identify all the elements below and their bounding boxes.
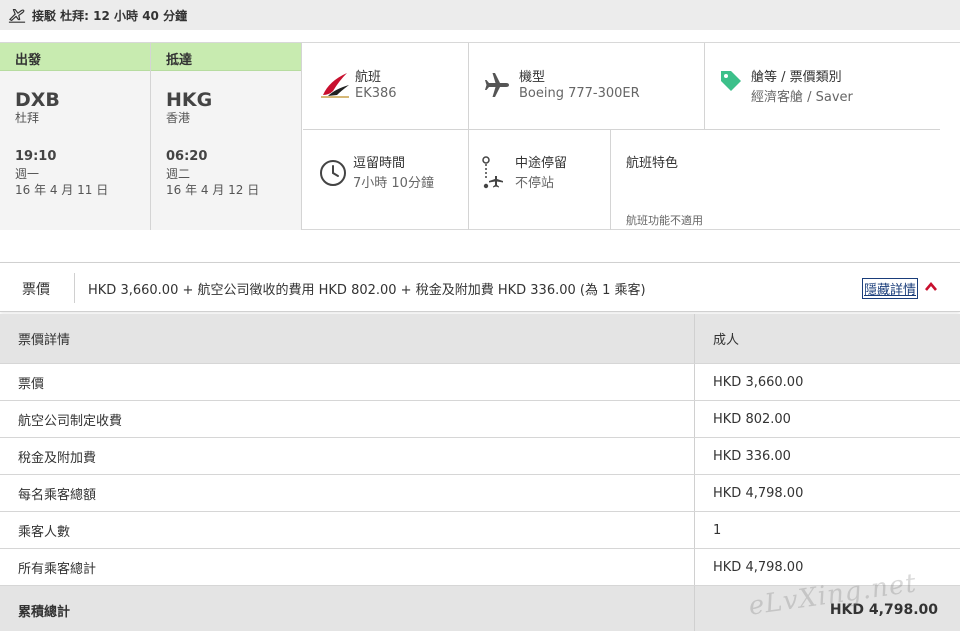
table-row: 稅金及附加費 HKD 336.00 — [0, 438, 960, 475]
flight-segment: 出發 DXB 杜拜 19:10 週一 16 年 4 月 11 日 抵達 HKG … — [0, 42, 960, 230]
row-label: 所有乘客總計 — [0, 549, 695, 585]
departure-header: 出發 — [0, 43, 150, 71]
departure-code: DXB — [15, 89, 60, 111]
airplane-icon — [485, 73, 509, 97]
departure-time: 19:10 — [15, 149, 57, 164]
duration-cell: 逗留時間 7小時 10分鐘 — [303, 130, 468, 230]
flight-number-cell: 航班 EK386 — [303, 43, 468, 129]
arrival-time: 06:20 — [166, 149, 208, 164]
table-header-details: 票價詳情 — [0, 314, 695, 363]
table-row: 所有乘客總計 HKD 4,798.00 — [0, 549, 960, 586]
fare-summary-bar: 票價 HKD 3,660.00 + 航空公司徵收的費用 HKD 802.00 +… — [0, 262, 960, 312]
table-header-adult: 成人 — [713, 333, 740, 348]
cabin-cell: 艙等 / 票價類別 經濟客艙 / Saver — [705, 43, 940, 129]
divider — [74, 273, 75, 303]
departure-panel: 出發 DXB 杜拜 19:10 週一 16 年 4 月 11 日 — [0, 43, 151, 230]
row-label: 每名乘客總額 — [0, 475, 695, 511]
arrival-header: 抵達 — [151, 43, 301, 71]
aircraft-value: Boeing 777-300ER — [519, 86, 640, 101]
arrival-date: 16 年 4 月 12 日 — [166, 183, 260, 197]
cabin-label: 艙等 / 票價類別 — [751, 70, 842, 85]
table-row: 每名乘客總額 HKD 4,798.00 — [0, 475, 960, 512]
route-stop-icon — [482, 156, 503, 189]
departure-city: 杜拜 — [15, 111, 40, 125]
transfer-plane-icon — [8, 9, 26, 23]
cabin-value: 經濟客艙 / Saver — [751, 90, 853, 105]
hide-details-link[interactable]: 隱藏詳情 — [861, 278, 919, 299]
features-label: 航班特色 — [626, 156, 679, 171]
row-label: 稅金及附加費 — [0, 438, 695, 474]
chevron-up-icon[interactable] — [924, 280, 938, 292]
stops-cell: 中途停留 不停站 — [469, 130, 610, 230]
duration-value: 7小時 10分鐘 — [353, 176, 434, 191]
aircraft-label: 機型 — [519, 70, 546, 85]
table-row: 票價 HKD 3,660.00 — [0, 364, 960, 401]
table-row: 航空公司制定收費 HKD 802.00 — [0, 401, 960, 438]
stops-label: 中途停留 — [515, 156, 568, 171]
table-header-row: 票價詳情 成人 — [0, 314, 960, 364]
row-value: HKD 802.00 — [713, 411, 791, 427]
row-label: 乘客人數 — [0, 512, 695, 548]
table-row: 乘客人數 1 — [0, 512, 960, 549]
row-value: HKD 336.00 — [713, 448, 791, 464]
tag-icon — [721, 71, 741, 91]
departure-date: 16 年 4 月 11 日 — [15, 183, 109, 197]
flight-number: EK386 — [355, 86, 397, 101]
fare-summary-text: HKD 3,660.00 + 航空公司徵收的費用 HKD 802.00 + 稅金… — [88, 283, 646, 298]
aircraft-cell: 機型 Boeing 777-300ER — [469, 43, 704, 129]
connection-text: 接駁 杜拜: 12 小時 40 分鐘 — [32, 8, 188, 23]
fare-summary-title: 票價 — [22, 282, 50, 298]
stops-value: 不停站 — [515, 176, 555, 191]
arrival-code: HKG — [166, 89, 213, 111]
grand-total-label: 累積總計 — [0, 586, 695, 631]
fare-detail-table: 票價詳情 成人 票價 HKD 3,660.00 航空公司制定收費 HKD 802… — [0, 314, 960, 631]
flight-label: 航班 — [355, 70, 382, 85]
row-value: HKD 4,798.00 — [713, 559, 804, 575]
departure-weekday: 週一 — [15, 167, 40, 181]
row-value: HKD 4,798.00 — [713, 485, 804, 501]
emirates-logo-icon — [321, 73, 349, 98]
features-cell: 航班特色 航班功能不適用 — [611, 130, 940, 230]
row-label: 票價 — [0, 364, 695, 400]
arrival-panel: 抵達 HKG 香港 06:20 週二 16 年 4 月 12 日 — [151, 43, 302, 230]
row-value: 1 — [713, 522, 722, 538]
arrival-city: 香港 — [166, 111, 191, 125]
connection-bar: 接駁 杜拜: 12 小時 40 分鐘 — [0, 0, 960, 30]
grand-total-value: HKD 4,798.00 — [829, 602, 938, 618]
features-note: 航班功能不適用 — [626, 214, 703, 227]
grand-total-row: 累積總計 HKD 4,798.00 — [0, 586, 960, 631]
row-label: 航空公司制定收費 — [0, 401, 695, 437]
arrival-weekday: 週二 — [166, 167, 191, 181]
row-value: HKD 3,660.00 — [713, 374, 804, 390]
duration-label: 逗留時間 — [353, 156, 406, 171]
clock-icon — [320, 160, 346, 186]
